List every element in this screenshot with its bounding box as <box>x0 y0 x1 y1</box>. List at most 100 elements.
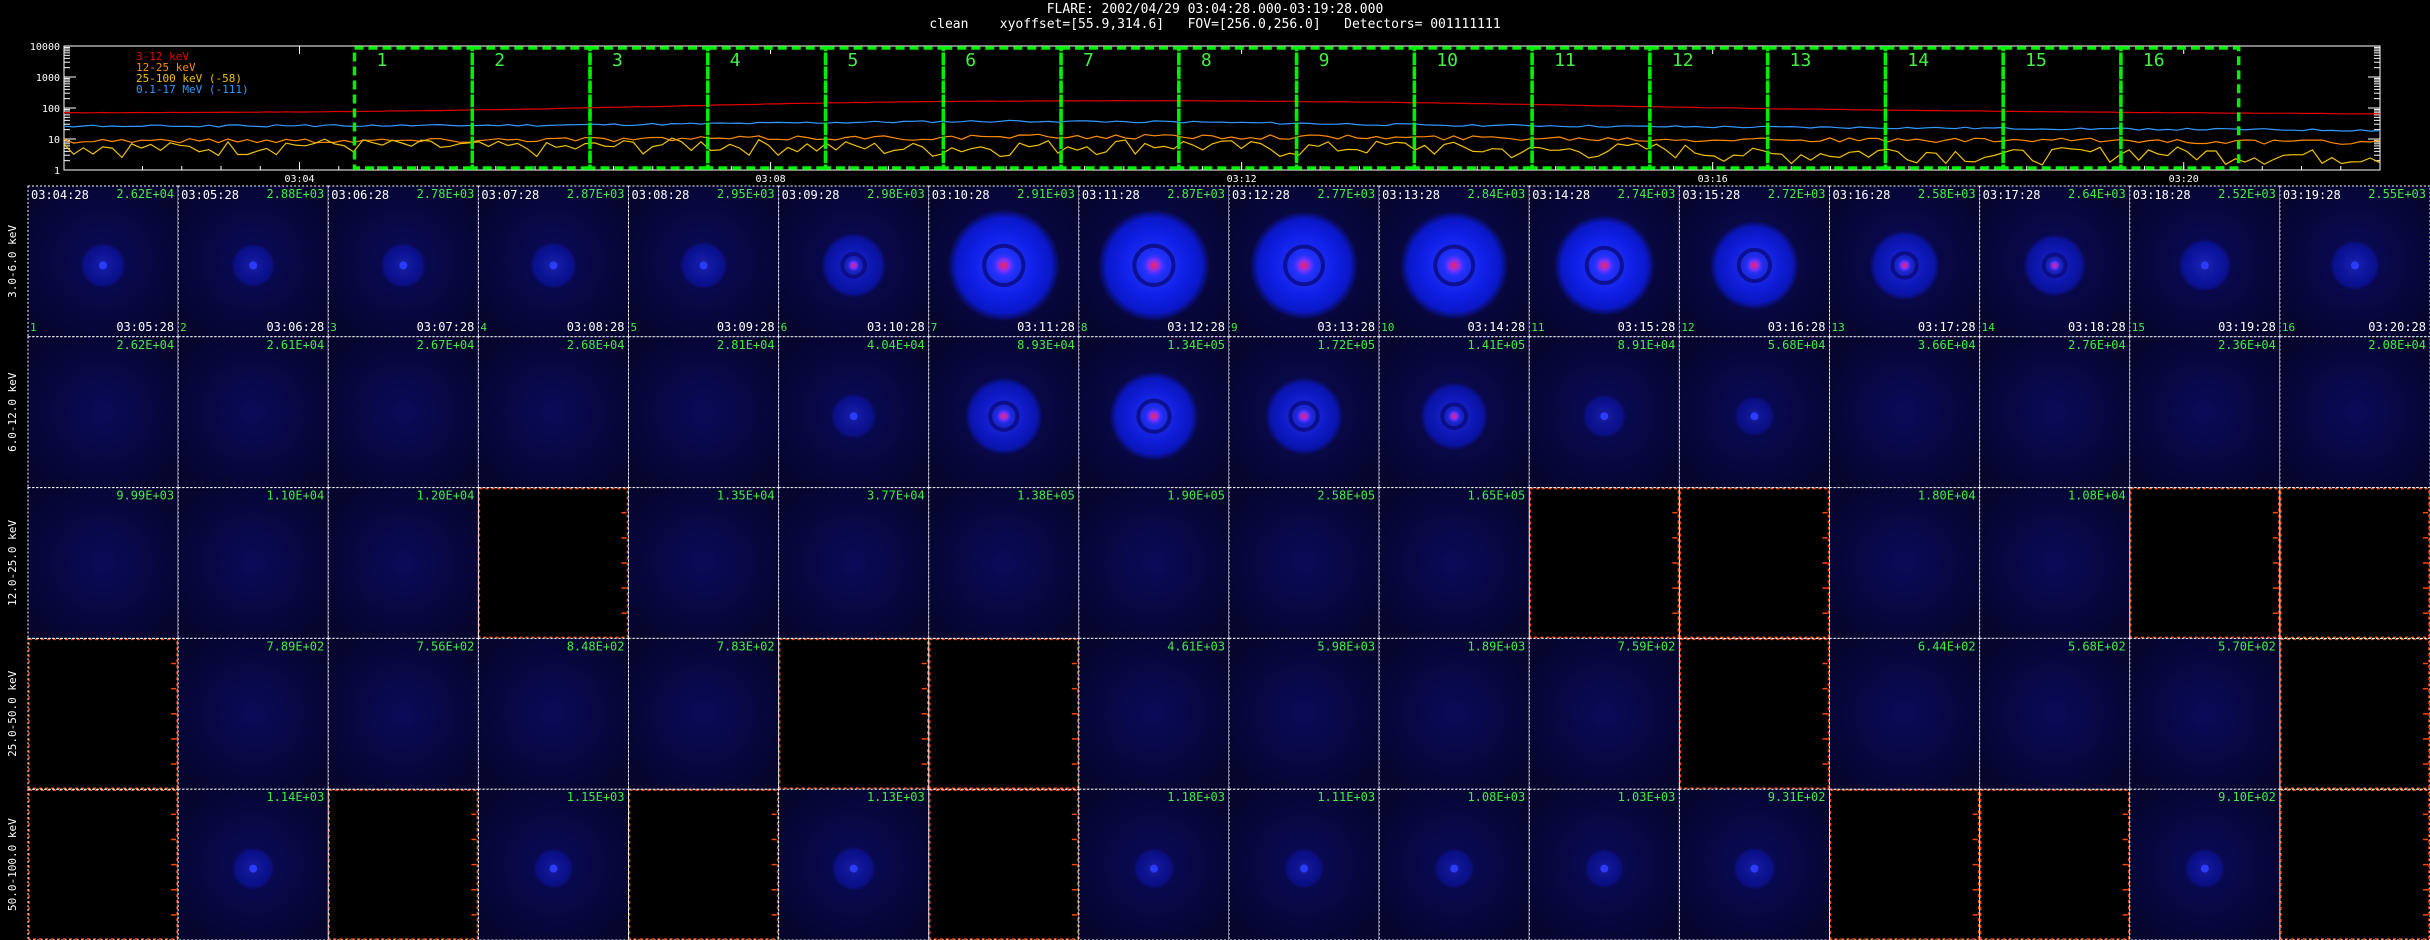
image-panel <box>328 336 479 488</box>
image-panel <box>1229 487 1380 639</box>
x-tick-label: 03:08 <box>756 174 786 185</box>
image-panel <box>1829 638 1980 790</box>
peak-value-label: 1.72E+05 <box>1317 338 1375 352</box>
image-end-time: 03:17:28 <box>1918 320 1976 334</box>
image-start-time: 03:19:28 <box>2283 188 2341 202</box>
image-start-time: 03:10:28 <box>932 188 990 202</box>
peak-value-label: 2.58E+03 <box>1918 187 1976 201</box>
peak-value-label: 1.08E+04 <box>2068 489 2126 503</box>
image-index-label: 10 <box>1381 321 1394 334</box>
image-index-label: 9 <box>1231 321 1238 334</box>
image-index-label: 13 <box>1832 321 1845 334</box>
flare-core <box>1446 409 1462 424</box>
peak-value-label: 2.84E+03 <box>1467 187 1525 201</box>
peak-value-label: 4.04E+04 <box>867 338 925 352</box>
flare-core <box>1600 412 1609 421</box>
image-panel <box>478 638 629 790</box>
flare-core <box>1750 864 1759 873</box>
peak-value-label: 5.68E+02 <box>2068 639 2126 653</box>
image-panel <box>1979 336 2130 488</box>
peak-value-label: 2.74E+03 <box>1618 187 1676 201</box>
peak-value-label: 5.70E+02 <box>2218 639 2276 653</box>
interval-label: 12 <box>1672 50 1694 71</box>
peak-value-label: 1.38E+05 <box>1017 489 1075 503</box>
image-index-label: 6 <box>781 321 788 334</box>
peak-value-label: 2.62E+04 <box>116 187 174 201</box>
peak-value-label: 2.36E+04 <box>2218 338 2276 352</box>
peak-value-label: 2.88E+03 <box>266 187 324 201</box>
image-start-time: 03:15:28 <box>1682 188 1740 202</box>
empty-panel <box>2280 789 2430 940</box>
energy-band-label: 25.0-50.0 keV <box>6 670 19 756</box>
peak-value-label: 2.55E+03 <box>2368 187 2426 201</box>
image-panel <box>628 487 779 639</box>
peak-value-label: 7.89E+02 <box>266 639 324 653</box>
image-index-label: 3 <box>330 321 337 334</box>
image-panel <box>628 638 779 790</box>
empty-panel <box>2280 638 2430 789</box>
peak-value-label: 6.44E+02 <box>1918 639 1976 653</box>
interval-label: 9 <box>1319 50 1330 71</box>
peak-value-label: 2.08E+04 <box>2368 338 2426 352</box>
peak-value-label: 4.61E+03 <box>1167 639 1225 653</box>
flare-core <box>849 412 858 421</box>
image-index-label: 2 <box>180 321 187 334</box>
interval-label: 4 <box>730 50 741 71</box>
image-grid: 3.0-6.0 keV 2.62E+04 03:04:28 03:05:28 1 2.88… <box>6 185 2430 940</box>
image-panel <box>178 638 329 790</box>
flare-core <box>99 261 108 270</box>
image-panel <box>628 336 779 488</box>
image-panel <box>2129 336 2280 488</box>
flare-core <box>1143 406 1164 427</box>
peak-value-label: 2.78E+03 <box>417 187 475 201</box>
empty-panel <box>2130 487 2280 639</box>
flare-core <box>1744 255 1765 276</box>
peak-value-label: 2.62E+04 <box>116 338 174 352</box>
image-panel <box>1529 638 1680 790</box>
flare-core <box>1140 252 1167 279</box>
peak-value-label: 1.15E+03 <box>567 790 625 804</box>
image-end-time: 03:10:28 <box>867 320 925 334</box>
energy-band-label: 3.0-6.0 keV <box>6 225 19 298</box>
interval-label: 10 <box>1436 50 1458 71</box>
flare-core <box>2200 864 2209 873</box>
interval-label: 3 <box>612 50 623 71</box>
interval-label: 16 <box>2143 50 2165 71</box>
image-panel <box>928 487 1079 639</box>
peak-value-label: 1.10E+04 <box>266 489 324 503</box>
peak-value-label: 2.67E+04 <box>417 338 475 352</box>
flare-core <box>1750 412 1759 421</box>
interval-label: 15 <box>2025 50 2047 71</box>
image-start-time: 03:11:28 <box>1082 188 1140 202</box>
empty-panel <box>1679 638 1830 789</box>
energy-band-label: 12.0-25.0 keV <box>6 520 19 606</box>
image-index-label: 11 <box>1531 321 1544 334</box>
peak-value-label: 1.03E+03 <box>1618 790 1676 804</box>
x-tick-label: 03:16 <box>1698 174 1728 185</box>
peak-value-label: 2.72E+03 <box>1768 187 1826 201</box>
peak-value-label: 7.83E+02 <box>717 639 775 653</box>
flare-core <box>1897 257 1913 273</box>
peak-value-label: 1.08E+03 <box>1467 790 1525 804</box>
x-tick-label: 03:12 <box>1227 174 1257 185</box>
peak-value-label: 9.10E+02 <box>2218 790 2276 804</box>
image-panel <box>1979 638 2130 790</box>
flare-core <box>2048 258 2062 272</box>
image-end-time: 03:09:28 <box>717 320 775 334</box>
y-tick-label: 10 <box>48 135 60 146</box>
image-end-time: 03:18:28 <box>2068 320 2126 334</box>
image-end-time: 03:11:28 <box>1017 320 1075 334</box>
empty-panel <box>28 789 178 940</box>
empty-panel <box>778 638 929 789</box>
peak-value-label: 1.80E+04 <box>1918 489 1976 503</box>
image-start-time: 03:16:28 <box>1833 188 1891 202</box>
peak-value-label: 1.18E+03 <box>1167 790 1225 804</box>
image-index-label: 14 <box>1982 321 1996 334</box>
peak-value-label: 2.68E+04 <box>567 338 625 352</box>
image-end-time: 03:08:28 <box>567 320 625 334</box>
image-panel <box>328 487 479 639</box>
flare-core <box>1592 253 1616 277</box>
image-index-label: 12 <box>1681 321 1694 334</box>
interval-label: 11 <box>1554 50 1576 71</box>
peak-value-label: 2.91E+03 <box>1017 187 1075 201</box>
